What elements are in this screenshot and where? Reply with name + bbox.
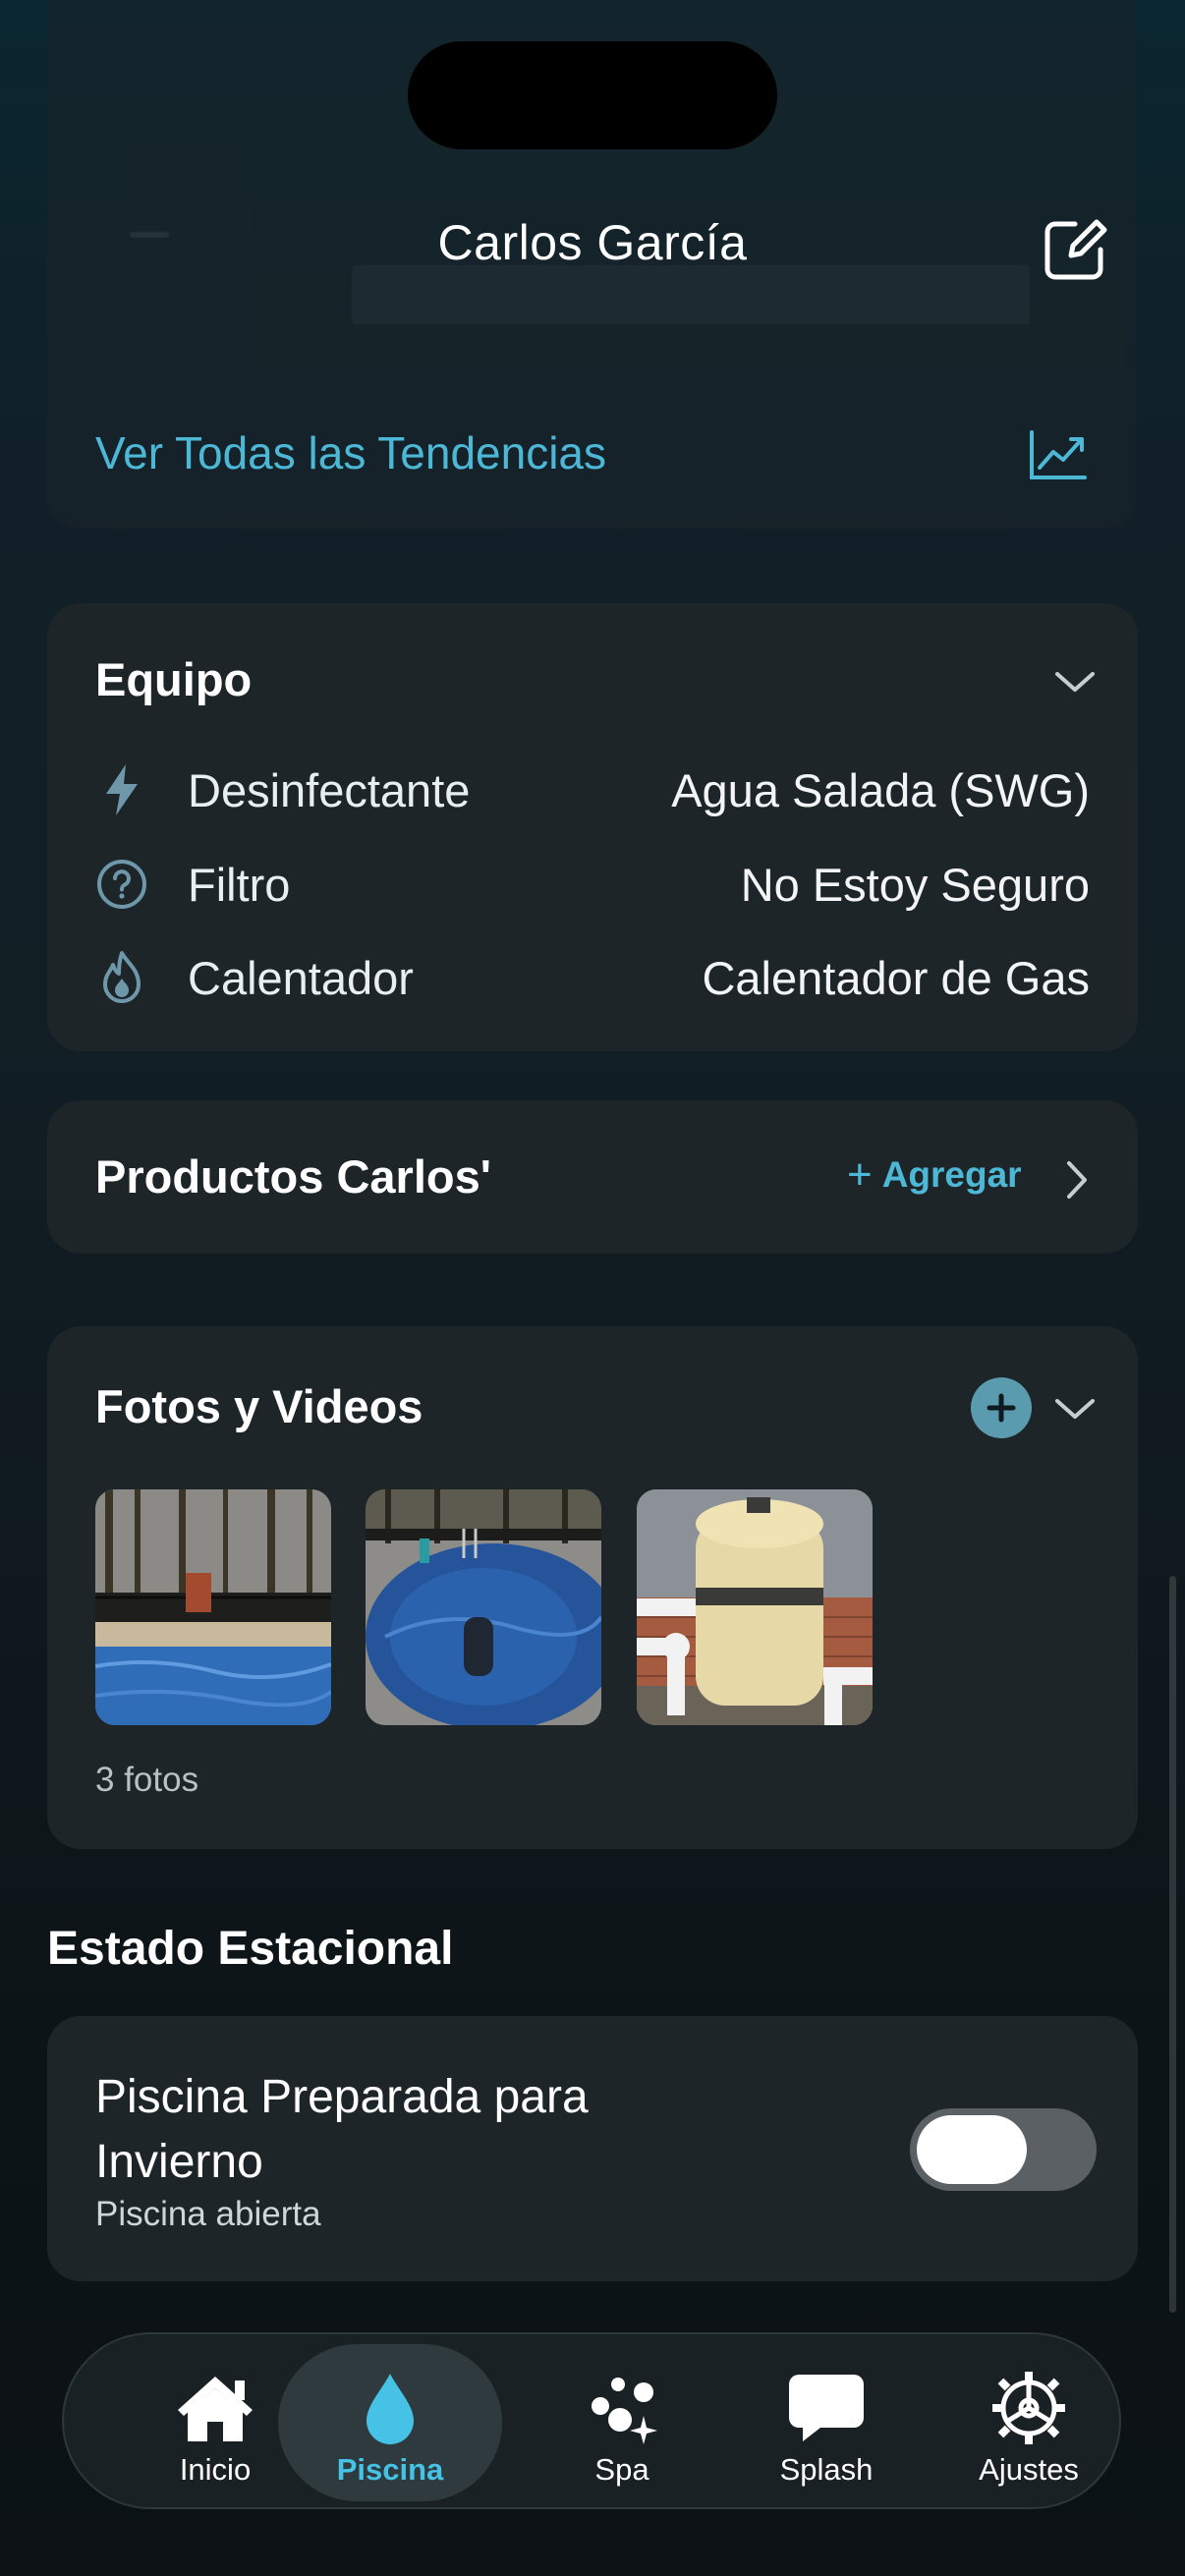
- photos-count: 3 fotos: [95, 1761, 199, 1799]
- edit-icon: [1044, 219, 1107, 280]
- question-circle-icon: [95, 855, 148, 914]
- equipment-label: Filtro: [188, 858, 291, 911]
- equipment-row-filter[interactable]: Filtro No Estoy Seguro: [95, 853, 1090, 916]
- tab-splash[interactable]: Splash: [724, 2344, 929, 2501]
- tab-piscina[interactable]: Piscina: [278, 2344, 502, 2501]
- bubbles-icon: [585, 2370, 659, 2446]
- add-product-button[interactable]: + Agregar: [847, 1153, 1022, 1197]
- dynamic-island: [408, 41, 777, 149]
- page-title: Carlos García: [437, 215, 748, 270]
- tab-ajustes[interactable]: Ajustes: [927, 2344, 1131, 2501]
- chevron-down-icon[interactable]: [1053, 1395, 1097, 1423]
- gear-icon: [990, 2370, 1067, 2446]
- water-drop-icon: [363, 2370, 418, 2446]
- winterized-toggle[interactable]: [910, 2108, 1097, 2191]
- add-media-button[interactable]: [971, 1377, 1032, 1438]
- tab-spa[interactable]: Spa: [520, 2344, 724, 2501]
- tab-label: Inicio: [179, 2452, 252, 2487]
- equipment-row-disinfectant[interactable]: Desinfectante Agua Salada (SWG): [95, 758, 1090, 821]
- photo-thumbnail[interactable]: [366, 1489, 601, 1725]
- house-icon: [174, 2370, 256, 2446]
- equipment-value: No Estoy Seguro: [740, 858, 1090, 911]
- winterized-label: Piscina Preparada para Invierno: [95, 2071, 589, 2188]
- tab-label: Splash: [779, 2452, 874, 2487]
- equipment-title: Equipo: [95, 653, 253, 705]
- equipment-value: Calentador de Gas: [702, 951, 1090, 1004]
- add-product-label: Agregar: [881, 1154, 1022, 1195]
- tab-label: Piscina: [336, 2452, 444, 2487]
- trend-chart-icon[interactable]: [1028, 428, 1089, 481]
- edit-button[interactable]: [1038, 212, 1112, 287]
- chevron-right-icon[interactable]: [1063, 1159, 1091, 1201]
- pool-status-label: Piscina abierta: [95, 2195, 321, 2233]
- tab-label: Spa: [594, 2452, 649, 2487]
- tab-label: Ajustes: [979, 2452, 1079, 2487]
- equipment-label: Calentador: [188, 951, 414, 1004]
- chevron-down-icon[interactable]: [1053, 668, 1097, 696]
- scrollbar[interactable]: [1169, 1576, 1176, 2313]
- equipment-row-heater[interactable]: Calentador Calentador de Gas: [95, 946, 1090, 1009]
- media-title: Fotos y Videos: [95, 1380, 423, 1432]
- chat-bubble-icon: [787, 2370, 866, 2446]
- flame-icon: [95, 948, 148, 1007]
- plus-icon: +: [847, 1150, 873, 1199]
- photo-thumbnail[interactable]: [95, 1489, 331, 1725]
- lightning-bolt-icon: [95, 760, 148, 819]
- seasonal-section-title: Estado Estacional: [47, 1923, 454, 1975]
- tab-bar: Inicio Piscina Spa Splash Ajustes: [62, 2332, 1121, 2509]
- plus-icon: [987, 1393, 1016, 1423]
- equipment-value: Agua Salada (SWG): [671, 763, 1090, 816]
- view-all-trends-link[interactable]: Ver Todas las Tendencias: [95, 426, 606, 479]
- toggle-knob: [917, 2115, 1027, 2184]
- equipment-label: Desinfectante: [188, 763, 471, 816]
- photo-thumbnail[interactable]: [637, 1489, 873, 1725]
- products-title: Productos Carlos': [95, 1150, 491, 1203]
